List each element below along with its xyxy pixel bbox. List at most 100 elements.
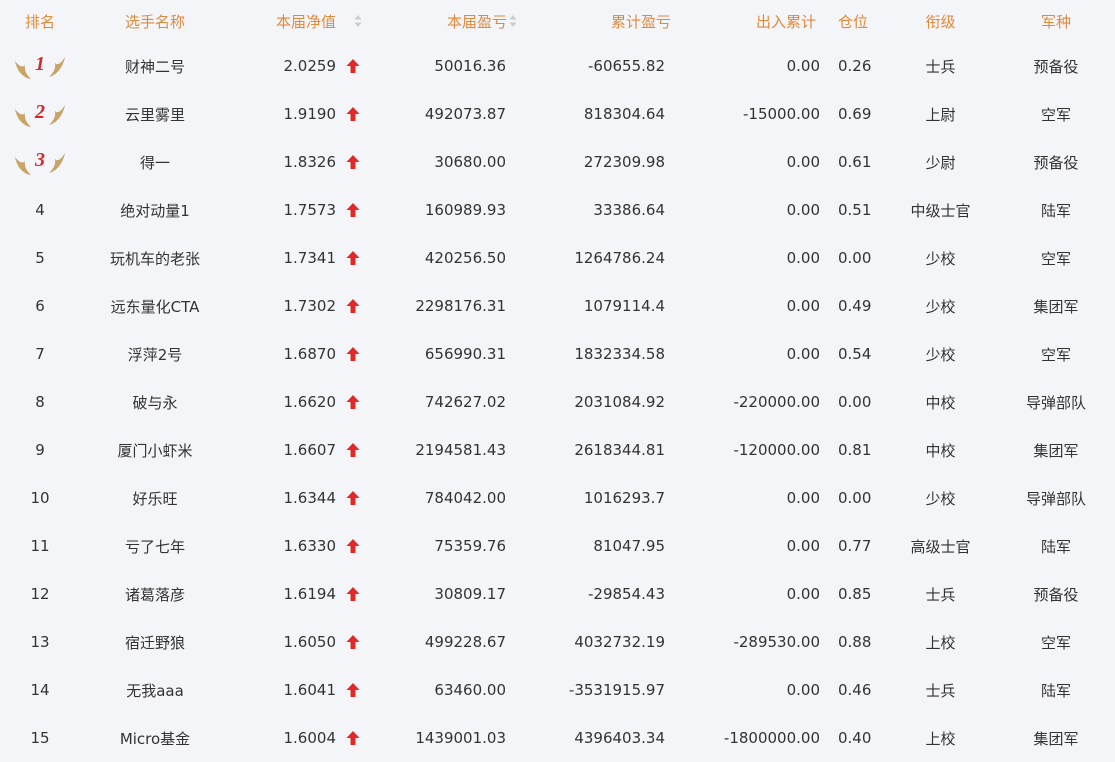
table-row[interactable]: 13 宿迁野狼 1.6050 499228.67 4032732.19 -289… [0, 618, 1115, 666]
in-out-value: -220000.00 [733, 393, 820, 411]
in-out-value: 0.00 [786, 489, 820, 507]
table-row[interactable]: 3 得一 1.8326 30680.00 272309.98 0.00 0.61… [0, 138, 1115, 186]
table-row[interactable]: 12 诸葛落彦 1.6194 30809.17 -29854.43 0.00 0… [0, 570, 1115, 618]
player-name[interactable]: 玩机车的老张 [80, 248, 230, 269]
nav-value: 1.8326 [283, 153, 337, 171]
rank-number: 13 [30, 633, 50, 651]
table-row[interactable]: 9 厦门小虾米 1.6607 2194581.43 2618344.81 -12… [0, 426, 1115, 474]
title-rank-value: 中校 [925, 393, 956, 412]
nav-value: 1.7302 [283, 297, 337, 315]
table-row[interactable]: 10 好乐旺 1.6344 784042.00 1016293.7 0.00 0… [0, 474, 1115, 522]
nav-cell: 1.6607 [230, 441, 370, 459]
in-out-value: -289530.00 [733, 633, 820, 651]
sort-icon[interactable] [509, 14, 517, 28]
cum-pnl-value: 4032732.19 [574, 633, 665, 651]
player-name[interactable]: 云里雾里 [80, 104, 230, 125]
player-name[interactable]: 财神二号 [80, 56, 230, 77]
rank-cell: 2 [0, 99, 80, 129]
arm-value: 预备役 [1033, 585, 1079, 604]
up-arrow-icon [346, 59, 360, 73]
ranking-table: 排名 选手名称 本届净值 本届盈亏 累计盈亏 出入累计 仓位 衔级 军种 1 财… [0, 0, 1115, 760]
position-value: 0.77 [838, 537, 872, 555]
rank-number: 4 [35, 201, 45, 219]
player-name[interactable]: 浮萍2号 [80, 344, 230, 365]
rank-cell: 1 [0, 51, 80, 81]
pnl-value: 499228.67 [424, 633, 506, 651]
nav-cell: 1.6050 [230, 633, 370, 651]
pnl-value: 492073.87 [424, 105, 506, 123]
table-row[interactable]: 14 无我aaa 1.6041 63460.00 -3531915.97 0.0… [0, 666, 1115, 714]
rank-cell: 13 [0, 633, 80, 651]
nav-cell: 1.6344 [230, 489, 370, 507]
player-name[interactable]: 无我aaa [80, 680, 230, 701]
arm-value: 集团军 [1033, 297, 1079, 316]
up-arrow-icon [346, 395, 360, 409]
header-cum-pnl: 累计盈亏 [610, 12, 671, 31]
player-name[interactable]: 破与永 [80, 392, 230, 413]
nav-cell: 1.9190 [230, 105, 370, 123]
player-name[interactable]: Micro基金 [80, 728, 230, 749]
in-out-value: 0.00 [786, 681, 820, 699]
rank-number: 7 [35, 345, 45, 363]
medal-rank-number: 1 [35, 53, 45, 75]
nav-cell: 1.6041 [230, 681, 370, 699]
rank-number: 8 [35, 393, 45, 411]
position-value: 0.00 [838, 489, 872, 507]
pnl-value: 784042.00 [424, 489, 506, 507]
nav-cell: 1.6194 [230, 585, 370, 603]
nav-cell: 1.6620 [230, 393, 370, 411]
medal-wings-icon: 1 [15, 53, 65, 79]
table-row[interactable]: 15 Micro基金 1.6004 1439001.03 4396403.34 … [0, 714, 1115, 762]
sort-icon[interactable] [354, 14, 362, 28]
rank-cell: 6 [0, 297, 80, 315]
table-row[interactable]: 5 玩机车的老张 1.7341 420256.50 1264786.24 0.0… [0, 234, 1115, 282]
up-arrow-icon [346, 155, 360, 169]
up-arrow-icon [346, 347, 360, 361]
title-rank-value: 少校 [925, 297, 956, 316]
header-title-rank: 衔级 [925, 12, 956, 31]
player-name[interactable]: 好乐旺 [80, 488, 230, 509]
cum-pnl-value: -3531915.97 [568, 681, 665, 699]
in-out-value: -15000.00 [743, 105, 820, 123]
table-row[interactable]: 7 浮萍2号 1.6870 656990.31 1832334.58 0.00 … [0, 330, 1115, 378]
nav-cell: 1.7302 [230, 297, 370, 315]
title-rank-value: 上校 [925, 633, 956, 652]
table-row[interactable]: 6 远东量化CTA 1.7302 2298176.31 1079114.4 0.… [0, 282, 1115, 330]
cum-pnl-value: -29854.43 [588, 585, 665, 603]
table-row[interactable]: 1 财神二号 2.0259 50016.36 -60655.82 0.00 0.… [0, 42, 1115, 90]
title-rank-value: 中校 [925, 441, 956, 460]
title-rank-value: 上校 [925, 729, 956, 748]
table-row[interactable]: 8 破与永 1.6620 742627.02 2031084.92 -22000… [0, 378, 1115, 426]
in-out-value: 0.00 [786, 249, 820, 267]
nav-cell: 1.8326 [230, 153, 370, 171]
header-nav-label: 本届净值 [275, 12, 336, 31]
table-row[interactable]: 11 亏了七年 1.6330 75359.76 81047.95 0.00 0.… [0, 522, 1115, 570]
table-row[interactable]: 2 云里雾里 1.9190 492073.87 818304.64 -15000… [0, 90, 1115, 138]
up-arrow-icon [346, 107, 360, 121]
header-nav-sort[interactable]: 本届净值 [230, 11, 370, 32]
title-rank-value: 中级士官 [910, 201, 971, 220]
position-value: 0.88 [838, 633, 872, 651]
rank-cell: 5 [0, 249, 80, 267]
header-pnl-sort[interactable]: 本届盈亏 [370, 11, 517, 32]
nav-value: 1.9190 [283, 105, 337, 123]
player-name[interactable]: 诸葛落彦 [80, 584, 230, 605]
player-name[interactable]: 厦门小虾米 [80, 440, 230, 461]
table-row[interactable]: 4 绝对动量1 1.7573 160989.93 33386.64 0.00 0… [0, 186, 1115, 234]
cum-pnl-value: 1264786.24 [574, 249, 665, 267]
player-name[interactable]: 得一 [80, 152, 230, 173]
player-name[interactable]: 宿迁野狼 [80, 632, 230, 653]
rank-number: 10 [30, 489, 50, 507]
cum-pnl-value: 81047.95 [593, 537, 665, 555]
player-name[interactable]: 绝对动量1 [80, 200, 230, 221]
pnl-value: 30680.00 [434, 153, 506, 171]
player-name[interactable]: 亏了七年 [80, 536, 230, 557]
nav-cell: 1.6330 [230, 537, 370, 555]
up-arrow-icon [346, 587, 360, 601]
nav-value: 2.0259 [283, 57, 337, 75]
player-name[interactable]: 远东量化CTA [80, 296, 230, 317]
nav-value: 1.6041 [283, 681, 337, 699]
arm-value: 空军 [1040, 633, 1071, 652]
rank-cell: 14 [0, 681, 80, 699]
nav-value: 1.7573 [283, 201, 337, 219]
